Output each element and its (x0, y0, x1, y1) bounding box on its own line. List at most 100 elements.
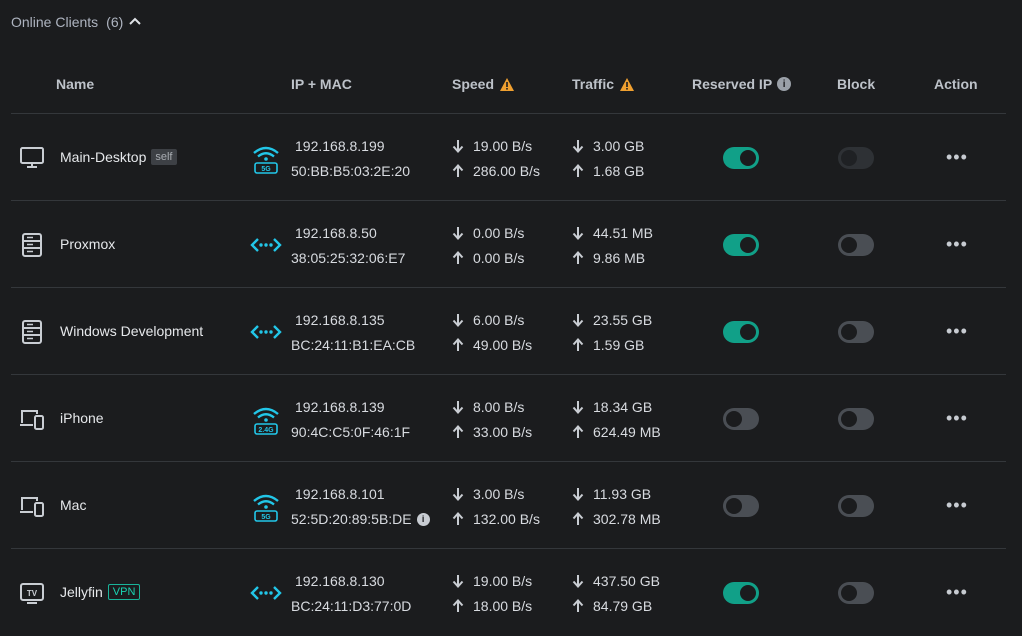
more-actions-button[interactable]: ••• (946, 409, 968, 427)
upload-speed-value: 49.00 B/s (473, 337, 533, 353)
client-row: Proxmox 192.168.8.50 38:05:25:32:06:E7 0.00… (11, 200, 1006, 288)
more-actions-button[interactable]: ••• (946, 322, 968, 340)
download-speed: 19.00 B/s (452, 138, 532, 154)
column-header-speed: Speed (452, 76, 515, 92)
mac-address-label: BC:24:11:D3:77:0D (291, 598, 412, 614)
info-icon[interactable]: i (416, 512, 430, 526)
ip-address: 192.168.8.139 (295, 399, 385, 415)
column-header-traffic-label: Traffic (572, 76, 615, 92)
download-speed: 19.00 B/s (452, 573, 532, 589)
arrow-up-icon (452, 164, 464, 177)
mac-address: 90:4C:C5:0F:46:1F (291, 424, 410, 440)
arrow-down-icon (572, 227, 584, 240)
client-row: Main-Desktop self 5G 192.168.8.199 50:BB:B5:… (11, 113, 1006, 201)
column-header-reserved-label: Reserved IP (692, 76, 773, 92)
client-name-label: Mac (60, 497, 87, 513)
client-name-label: iPhone (60, 410, 104, 426)
arrow-down-icon (572, 140, 584, 153)
column-header-reserved: Reserved IP i (692, 76, 792, 92)
download-traffic-value: 437.50 GB (593, 573, 660, 589)
client-name[interactable]: Mac (60, 497, 86, 513)
download-speed: 3.00 B/s (452, 486, 524, 502)
arrow-down-icon (452, 227, 464, 240)
chevron-up-icon[interactable] (128, 15, 142, 29)
block-toggle[interactable] (838, 321, 874, 343)
upload-speed-value: 132.00 B/s (473, 511, 540, 527)
client-row: TV Jellyfin VPN 192.168.8.130 BC:24:11:D3:77… (11, 548, 1006, 636)
block-toggle[interactable] (838, 495, 874, 517)
arrow-down-icon (572, 488, 584, 501)
arrow-down-icon (572, 314, 584, 327)
arrow-up-icon (572, 599, 584, 612)
client-name[interactable]: Windows Development (60, 323, 203, 339)
client-name[interactable]: iPhone (60, 410, 104, 426)
reserved-ip-toggle[interactable] (723, 234, 759, 256)
download-traffic: 437.50 GB (572, 573, 660, 589)
arrow-down-icon (452, 314, 464, 327)
wifi-5g-icon: 5G (250, 490, 282, 522)
block-toggle[interactable] (838, 408, 874, 430)
upload-speed: 18.00 B/s (452, 598, 532, 614)
upload-traffic: 302.78 MB (572, 511, 661, 527)
mac-address: 50:BB:B5:03:2E:20 (291, 163, 410, 179)
info-icon[interactable]: i (777, 77, 792, 91)
mac-address: BC:24:11:B1:EA:CB (291, 337, 415, 353)
client-row: Mac 5G 192.168.8.101 52:5D:20:89:5B:DE i 3.00… (11, 461, 1006, 549)
upload-speed: 0.00 B/s (452, 250, 524, 266)
client-name-label: Jellyfin (60, 584, 103, 600)
more-actions-button[interactable]: ••• (946, 496, 968, 514)
more-actions-button[interactable]: ••• (946, 235, 968, 253)
download-traffic-value: 44.51 MB (593, 225, 653, 241)
upload-traffic-value: 624.49 MB (593, 424, 661, 440)
column-header-speed-label: Speed (452, 76, 495, 92)
upload-traffic: 84.79 GB (572, 598, 652, 614)
ethernet-icon (250, 229, 282, 261)
tv-icon-label: TV (27, 589, 38, 598)
more-actions-button[interactable]: ••• (946, 148, 968, 166)
section-title: Online Clients (11, 14, 99, 30)
arrow-up-icon (572, 425, 584, 438)
mobile-device-icon (19, 494, 45, 518)
client-name-label: Windows Development (60, 323, 204, 339)
more-actions-button[interactable]: ••• (946, 583, 968, 601)
client-name-label: Main-Desktop (60, 149, 147, 165)
reserved-ip-toggle[interactable] (723, 582, 759, 604)
mac-address: BC:24:11:D3:77:0D (291, 598, 411, 614)
column-header-action: Action (934, 76, 978, 92)
block-toggle[interactable] (838, 234, 874, 256)
download-speed-value: 8.00 B/s (473, 399, 525, 415)
arrow-down-icon (452, 488, 464, 501)
warning-icon[interactable] (499, 77, 515, 92)
arrow-up-icon (452, 512, 464, 525)
reserved-ip-toggle[interactable] (723, 495, 759, 517)
upload-traffic-value: 1.68 GB (593, 163, 645, 179)
tv-icon: TV (19, 581, 45, 605)
client-name[interactable]: Jellyfin VPN (60, 584, 141, 600)
reserved-ip-toggle[interactable] (723, 147, 759, 169)
download-speed-value: 6.00 B/s (473, 312, 525, 328)
download-traffic-value: 11.93 GB (593, 486, 652, 502)
arrow-down-icon (572, 401, 584, 414)
upload-traffic-value: 1.59 GB (593, 337, 645, 353)
upload-traffic: 1.59 GB (572, 337, 644, 353)
mac-address: 38:05:25:32:06:E7 (291, 250, 405, 266)
download-traffic: 23.55 GB (572, 312, 652, 328)
svg-text:5G: 5G (261, 166, 271, 173)
column-header-traffic: Traffic (572, 76, 635, 92)
block-toggle[interactable] (838, 582, 874, 604)
warning-icon[interactable] (619, 77, 635, 92)
upload-speed: 132.00 B/s (452, 511, 540, 527)
mac-address-label: 90:4C:C5:0F:46:1F (291, 424, 411, 440)
reserved-ip-toggle[interactable] (723, 321, 759, 343)
upload-speed-value: 0.00 B/s (473, 250, 525, 266)
client-name[interactable]: Main-Desktop self (60, 149, 177, 165)
reserved-ip-toggle[interactable] (723, 408, 759, 430)
desktop-icon (19, 146, 45, 170)
upload-traffic-value: 84.79 GB (593, 598, 653, 614)
download-traffic: 18.34 GB (572, 399, 652, 415)
mac-address-label: 38:05:25:32:06:E7 (291, 250, 406, 266)
client-count: (6) (106, 14, 124, 30)
client-name[interactable]: Proxmox (60, 236, 115, 252)
section-header[interactable]: Online Clients (6) (11, 14, 142, 30)
arrow-down-icon (572, 575, 584, 588)
